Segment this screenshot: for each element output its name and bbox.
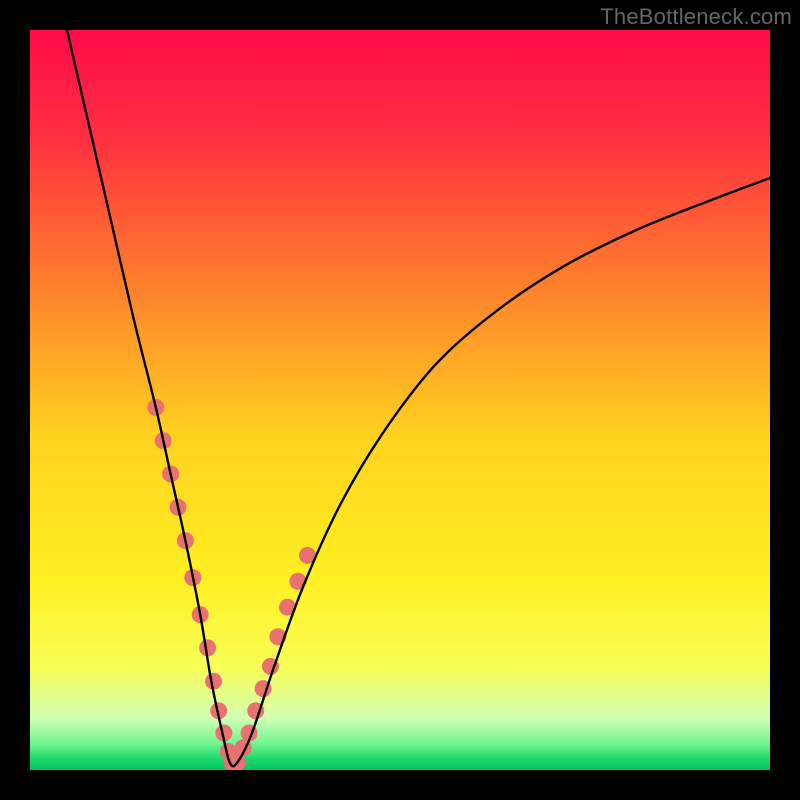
outer-frame: TheBottleneck.com: [0, 0, 800, 800]
plot-area: [30, 30, 770, 770]
bottleneck-curve: [67, 30, 770, 766]
curve-layer: [30, 30, 770, 770]
marker-dots-right: [229, 547, 316, 770]
watermark-text: TheBottleneck.com: [600, 4, 792, 30]
